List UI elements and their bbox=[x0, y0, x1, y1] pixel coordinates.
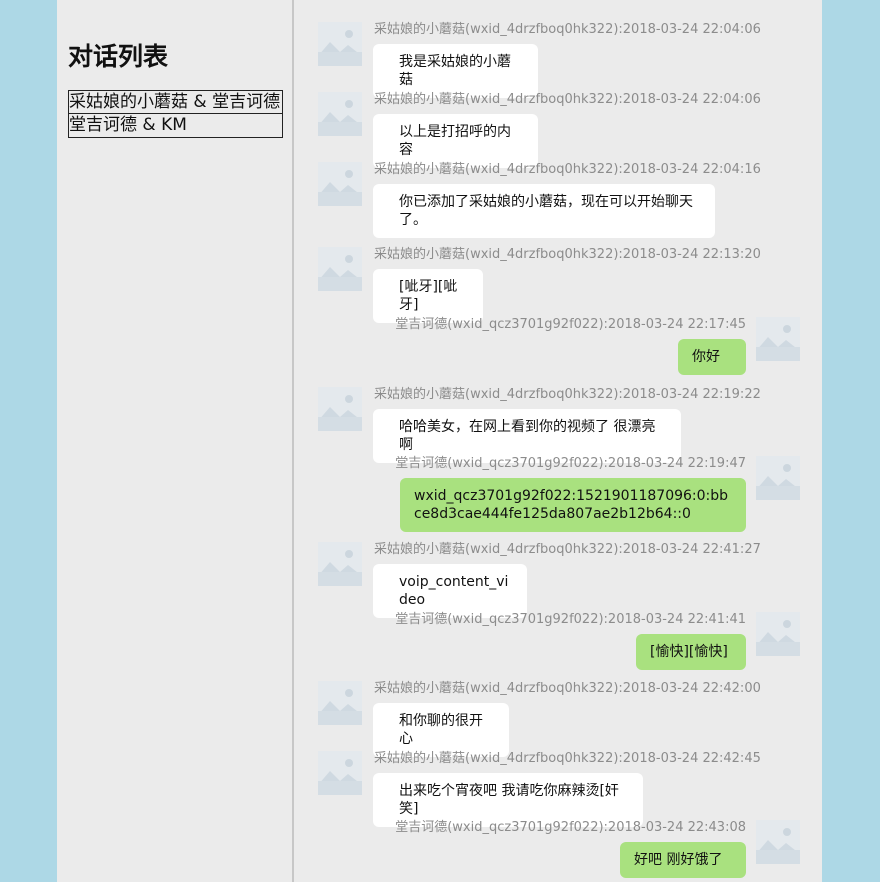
message-meta: 采姑娘的小蘑菇(wxid_4drzfboq0hk322):2018-03-24 … bbox=[374, 162, 761, 177]
avatar-placeholder-icon bbox=[318, 162, 362, 206]
message-bubble: 你已添加了采姑娘的小蘑菇，现在可以开始聊天了。 bbox=[373, 184, 715, 238]
message-bubble: wxid_qcz3701g92f022:1521901187096:0:bbce… bbox=[400, 478, 746, 532]
avatar-placeholder-icon bbox=[318, 387, 362, 431]
avatar-placeholder-icon bbox=[318, 681, 362, 725]
message-meta: 采姑娘的小蘑菇(wxid_4drzfboq0hk322):2018-03-24 … bbox=[374, 387, 761, 402]
avatar-placeholder-icon bbox=[318, 22, 362, 66]
chat-app: 对话列表 采姑娘的小蘑菇 & 堂吉诃德 堂吉诃德 & KM 采姑娘的小蘑菇(wx… bbox=[57, 0, 822, 882]
sidebar: 对话列表 采姑娘的小蘑菇 & 堂吉诃德 堂吉诃德 & KM bbox=[57, 0, 294, 882]
message-meta: 采姑娘的小蘑菇(wxid_4drzfboq0hk322):2018-03-24 … bbox=[374, 247, 761, 262]
message-bubble: 我是采姑娘的小蘑菇 bbox=[373, 44, 538, 98]
conversation-item[interactable]: 采姑娘的小蘑菇 & 堂吉诃德 bbox=[68, 90, 283, 114]
message-bubble: 以上是打招呼的内容 bbox=[373, 114, 538, 168]
message-bubble: [愉快][愉快] bbox=[636, 634, 746, 670]
avatar-placeholder-icon bbox=[318, 92, 362, 136]
message-bubble: voip_content_video bbox=[373, 564, 527, 618]
message-bubble: [呲牙][呲牙] bbox=[373, 269, 483, 323]
conversation-list: 采姑娘的小蘑菇 & 堂吉诃德 堂吉诃德 & KM bbox=[68, 90, 283, 138]
message-meta: 堂吉诃德(wxid_qcz3701g92f022):2018-03-24 22:… bbox=[395, 317, 746, 332]
message-bubble: 哈哈美女，在网上看到你的视频了 很漂亮啊 bbox=[373, 409, 681, 463]
message-meta: 采姑娘的小蘑菇(wxid_4drzfboq0hk322):2018-03-24 … bbox=[374, 542, 761, 557]
message-meta: 采姑娘的小蘑菇(wxid_4drzfboq0hk322):2018-03-24 … bbox=[374, 681, 761, 696]
message-meta: 堂吉诃德(wxid_qcz3701g92f022):2018-03-24 22:… bbox=[395, 612, 746, 627]
message-meta: 采姑娘的小蘑菇(wxid_4drzfboq0hk322):2018-03-24 … bbox=[374, 751, 761, 766]
message-meta: 堂吉诃德(wxid_qcz3701g92f022):2018-03-24 22:… bbox=[395, 820, 746, 835]
message-bubble: 你好 bbox=[678, 339, 746, 375]
avatar-placeholder-icon bbox=[318, 542, 362, 586]
message-bubble: 出来吃个宵夜吧 我请吃你麻辣烫[奸笑] bbox=[373, 773, 643, 827]
avatar-placeholder-icon bbox=[756, 820, 800, 864]
message-meta: 堂吉诃德(wxid_qcz3701g92f022):2018-03-24 22:… bbox=[395, 456, 746, 471]
avatar-placeholder-icon bbox=[756, 456, 800, 500]
conversation-item[interactable]: 堂吉诃德 & KM bbox=[68, 114, 283, 138]
message-bubble: 好吧 刚好饿了 bbox=[620, 842, 746, 878]
message-pane[interactable]: 采姑娘的小蘑菇(wxid_4drzfboq0hk322):2018-03-24 … bbox=[296, 0, 822, 882]
message-bubble: 和你聊的很开心 bbox=[373, 703, 509, 757]
message-meta: 采姑娘的小蘑菇(wxid_4drzfboq0hk322):2018-03-24 … bbox=[374, 92, 761, 107]
avatar-placeholder-icon bbox=[756, 317, 800, 361]
message-meta: 采姑娘的小蘑菇(wxid_4drzfboq0hk322):2018-03-24 … bbox=[374, 22, 761, 37]
avatar-placeholder-icon bbox=[318, 751, 362, 795]
sidebar-title: 对话列表 bbox=[68, 42, 169, 71]
avatar-placeholder-icon bbox=[318, 247, 362, 291]
avatar-placeholder-icon bbox=[756, 612, 800, 656]
